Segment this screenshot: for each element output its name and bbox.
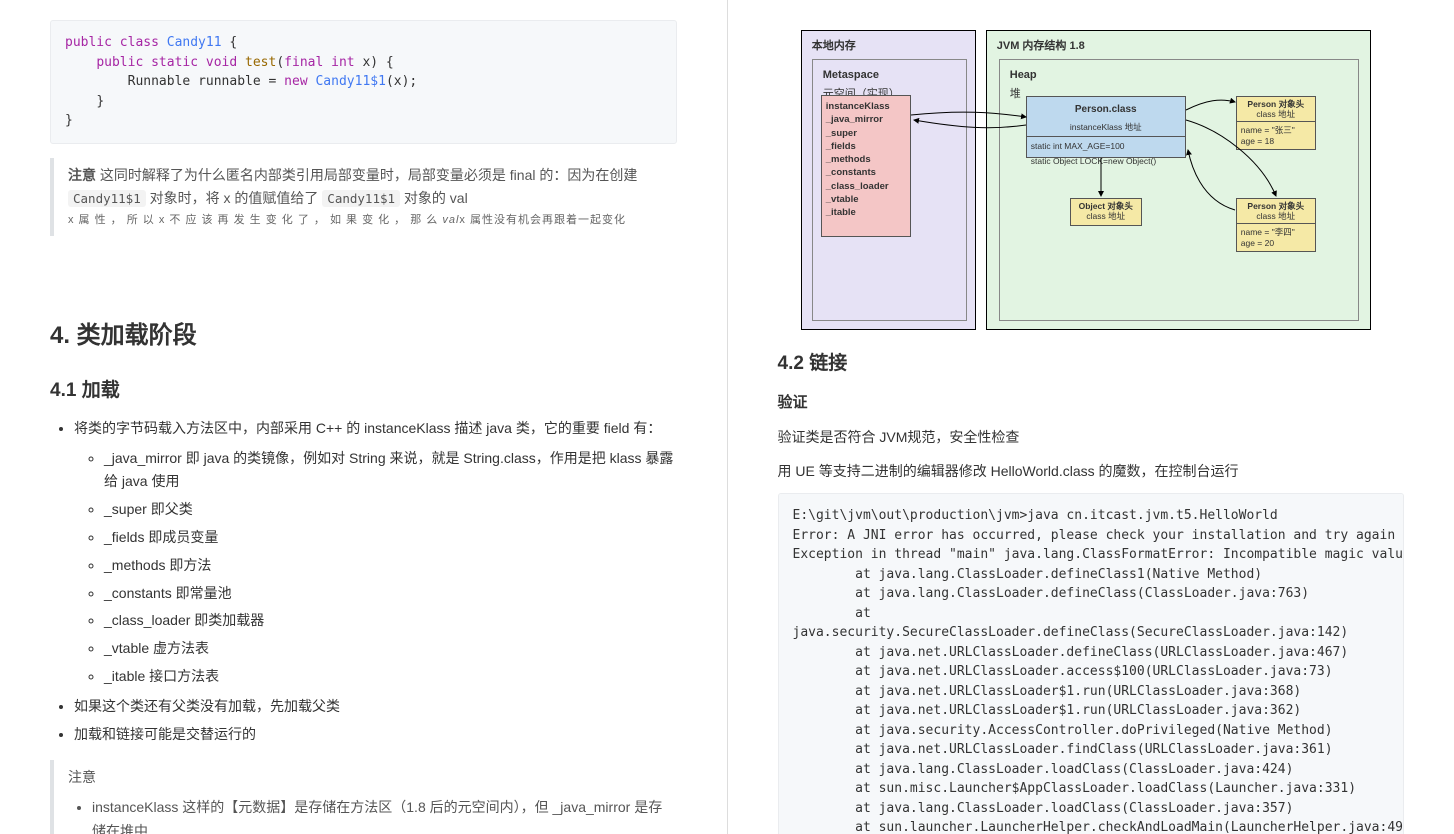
h3-link: 4.2 链接 xyxy=(778,348,1405,380)
note-final: 注意 这同时解释了为什么匿名内部类引用局部变量时，局部变量必须是 final 的… xyxy=(50,158,677,236)
stacktrace-block: E:\git\jvm\out\production\jvm>java cn.it… xyxy=(778,493,1405,834)
note-metadata: 注意 instanceKlass 这样的【元数据】是存储在方法区（1.8 后的元… xyxy=(50,760,677,834)
h4-verify: 验证 xyxy=(778,390,1405,416)
h3-loading: 4.1 加载 xyxy=(50,375,677,407)
right-column: 本地内存 Metaspace元空间（实现） JVM 内存结构 1.8 Heap堆… xyxy=(728,0,1454,834)
person1-box: Person 对象头class 地址 name = "张三"age = 18 xyxy=(1236,96,1316,150)
jvm-diagram: 本地内存 Metaspace元空间（实现） JVM 内存结构 1.8 Heap堆… xyxy=(801,20,1381,330)
object-header-box: Object 对象头class 地址 xyxy=(1070,198,1142,226)
verify-ue: 用 UE 等支持二进制的编辑器修改 HelloWorld.class 的魔数，在… xyxy=(778,460,1405,484)
person2-box: Person 对象头class 地址 name = "李四"age = 20 xyxy=(1236,198,1316,252)
instanceklass-box: instanceKlass _java_mirror _super _field… xyxy=(821,95,911,237)
person-class-box: Person.class instanceKlass 地址 static int… xyxy=(1026,96,1186,158)
left-column: public class Candy11 { public static voi… xyxy=(0,0,728,834)
loading-list: 将类的字节码载入方法区中，内部采用 C++ 的 instanceKlass 描述… xyxy=(50,417,677,747)
verify-desc: 验证类是否符合 JVM规范，安全性检查 xyxy=(778,426,1405,450)
code-block-candy11: public class Candy11 { public static voi… xyxy=(50,20,677,144)
h2-class-loading: 4. 类加载阶段 xyxy=(50,316,677,357)
